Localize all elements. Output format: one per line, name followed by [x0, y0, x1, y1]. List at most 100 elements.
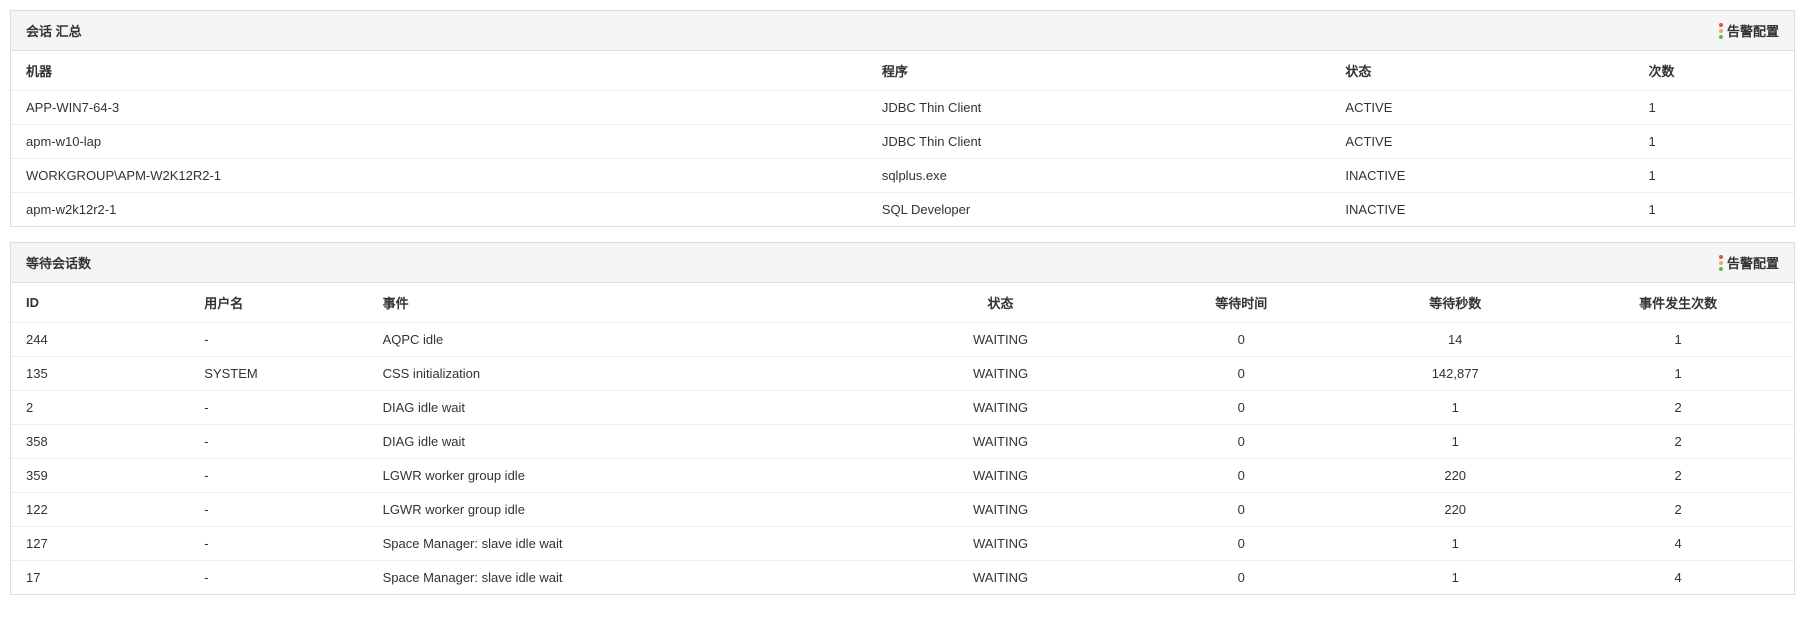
- col-status[interactable]: 状态: [867, 283, 1134, 323]
- cell-event_count: 1: [1562, 323, 1794, 357]
- cell-event_count: 2: [1562, 459, 1794, 493]
- cell-event: Space Manager: slave idle wait: [368, 527, 867, 561]
- cell-wait_time: 0: [1134, 391, 1348, 425]
- col-program[interactable]: 程序: [867, 51, 1331, 91]
- col-event-count[interactable]: 事件发生次数: [1562, 283, 1794, 323]
- cell-username: -: [189, 323, 367, 357]
- cell-username: -: [189, 391, 367, 425]
- cell-username: -: [189, 561, 367, 595]
- cell-wait_seconds: 1: [1348, 391, 1562, 425]
- cell-event: Space Manager: slave idle wait: [368, 561, 867, 595]
- cell-event: DIAG idle wait: [368, 425, 867, 459]
- cell-program: SQL Developer: [867, 193, 1331, 227]
- waiting-sessions-title: 等待会话数: [26, 253, 91, 272]
- cell-wait_seconds: 142,877: [1348, 357, 1562, 391]
- cell-status: INACTIVE: [1330, 159, 1633, 193]
- cell-machine: apm-w10-lap: [11, 125, 867, 159]
- cell-status: WAITING: [867, 493, 1134, 527]
- cell-wait_seconds: 1: [1348, 561, 1562, 595]
- table-row[interactable]: 244-AQPC idleWAITING0141: [11, 323, 1794, 357]
- cell-event_count: 1: [1562, 357, 1794, 391]
- cell-id: 17: [11, 561, 189, 595]
- cell-count: 1: [1634, 91, 1794, 125]
- cell-count: 1: [1634, 159, 1794, 193]
- alarm-config-button[interactable]: 告警配置: [1719, 253, 1779, 272]
- cell-machine: APP-WIN7-64-3: [11, 91, 867, 125]
- cell-status: ACTIVE: [1330, 91, 1633, 125]
- cell-id: 2: [11, 391, 189, 425]
- table-row[interactable]: 17-Space Manager: slave idle waitWAITING…: [11, 561, 1794, 595]
- col-count[interactable]: 次数: [1634, 51, 1794, 91]
- alarm-config-label: 告警配置: [1727, 21, 1779, 40]
- col-event[interactable]: 事件: [368, 283, 867, 323]
- session-summary-table: 机器 程序 状态 次数 APP-WIN7-64-3JDBC Thin Clien…: [11, 51, 1794, 226]
- cell-program: sqlplus.exe: [867, 159, 1331, 193]
- cell-status: WAITING: [867, 527, 1134, 561]
- cell-event: LGWR worker group idle: [368, 493, 867, 527]
- col-status[interactable]: 状态: [1330, 51, 1633, 91]
- cell-program: JDBC Thin Client: [867, 125, 1331, 159]
- table-row[interactable]: APP-WIN7-64-3JDBC Thin ClientACTIVE1: [11, 91, 1794, 125]
- alarm-icon: [1719, 255, 1723, 271]
- cell-wait_time: 0: [1134, 425, 1348, 459]
- cell-status: ACTIVE: [1330, 125, 1633, 159]
- session-summary-header: 会话 汇总 告警配置: [11, 11, 1794, 51]
- cell-event_count: 2: [1562, 425, 1794, 459]
- waiting-sessions-table: ID 用户名 事件 状态 等待时间 等待秒数 事件发生次数 244-AQPC i…: [11, 283, 1794, 594]
- col-username[interactable]: 用户名: [189, 283, 367, 323]
- cell-event: DIAG idle wait: [368, 391, 867, 425]
- cell-status: INACTIVE: [1330, 193, 1633, 227]
- cell-id: 122: [11, 493, 189, 527]
- waiting-sessions-header: 等待会话数 告警配置: [11, 243, 1794, 283]
- cell-machine: apm-w2k12r2-1: [11, 193, 867, 227]
- table-row[interactable]: 135SYSTEMCSS initializationWAITING0142,8…: [11, 357, 1794, 391]
- session-summary-title: 会话 汇总: [26, 21, 82, 40]
- col-wait-time[interactable]: 等待时间: [1134, 283, 1348, 323]
- cell-id: 127: [11, 527, 189, 561]
- waiting-sessions-panel: 等待会话数 告警配置 ID 用户名 事件 状态 等待: [10, 242, 1795, 595]
- table-row[interactable]: apm-w10-lapJDBC Thin ClientACTIVE1: [11, 125, 1794, 159]
- alarm-icon: [1719, 23, 1723, 39]
- cell-wait_seconds: 1: [1348, 527, 1562, 561]
- cell-id: 358: [11, 425, 189, 459]
- cell-event: CSS initialization: [368, 357, 867, 391]
- table-row[interactable]: 127-Space Manager: slave idle waitWAITIN…: [11, 527, 1794, 561]
- cell-status: WAITING: [867, 357, 1134, 391]
- cell-wait_time: 0: [1134, 561, 1348, 595]
- cell-username: -: [189, 459, 367, 493]
- cell-event: LGWR worker group idle: [368, 459, 867, 493]
- cell-wait_time: 0: [1134, 357, 1348, 391]
- cell-username: SYSTEM: [189, 357, 367, 391]
- cell-id: 135: [11, 357, 189, 391]
- table-row[interactable]: 122-LGWR worker group idleWAITING02202: [11, 493, 1794, 527]
- alarm-config-button[interactable]: 告警配置: [1719, 21, 1779, 40]
- cell-event_count: 4: [1562, 561, 1794, 595]
- cell-wait_time: 0: [1134, 527, 1348, 561]
- cell-id: 359: [11, 459, 189, 493]
- session-summary-panel: 会话 汇总 告警配置 机器 程序 状态 次数 APP-WIN7-64-3JDB: [10, 10, 1795, 227]
- table-row[interactable]: 359-LGWR worker group idleWAITING02202: [11, 459, 1794, 493]
- table-row[interactable]: 358-DIAG idle waitWAITING012: [11, 425, 1794, 459]
- cell-count: 1: [1634, 193, 1794, 227]
- table-row[interactable]: WORKGROUP\APM-W2K12R2-1sqlplus.exeINACTI…: [11, 159, 1794, 193]
- cell-count: 1: [1634, 125, 1794, 159]
- cell-event_count: 4: [1562, 527, 1794, 561]
- table-row[interactable]: apm-w2k12r2-1SQL DeveloperINACTIVE1: [11, 193, 1794, 227]
- table-header-row: ID 用户名 事件 状态 等待时间 等待秒数 事件发生次数: [11, 283, 1794, 323]
- cell-event: AQPC idle: [368, 323, 867, 357]
- cell-status: WAITING: [867, 561, 1134, 595]
- cell-wait_time: 0: [1134, 493, 1348, 527]
- table-header-row: 机器 程序 状态 次数: [11, 51, 1794, 91]
- alarm-config-label: 告警配置: [1727, 253, 1779, 272]
- col-id[interactable]: ID: [11, 283, 189, 323]
- cell-wait_seconds: 1: [1348, 425, 1562, 459]
- table-row[interactable]: 2-DIAG idle waitWAITING012: [11, 391, 1794, 425]
- cell-wait_seconds: 14: [1348, 323, 1562, 357]
- cell-username: -: [189, 425, 367, 459]
- cell-event_count: 2: [1562, 493, 1794, 527]
- cell-wait_time: 0: [1134, 323, 1348, 357]
- col-machine[interactable]: 机器: [11, 51, 867, 91]
- cell-status: WAITING: [867, 323, 1134, 357]
- col-wait-seconds[interactable]: 等待秒数: [1348, 283, 1562, 323]
- cell-event_count: 2: [1562, 391, 1794, 425]
